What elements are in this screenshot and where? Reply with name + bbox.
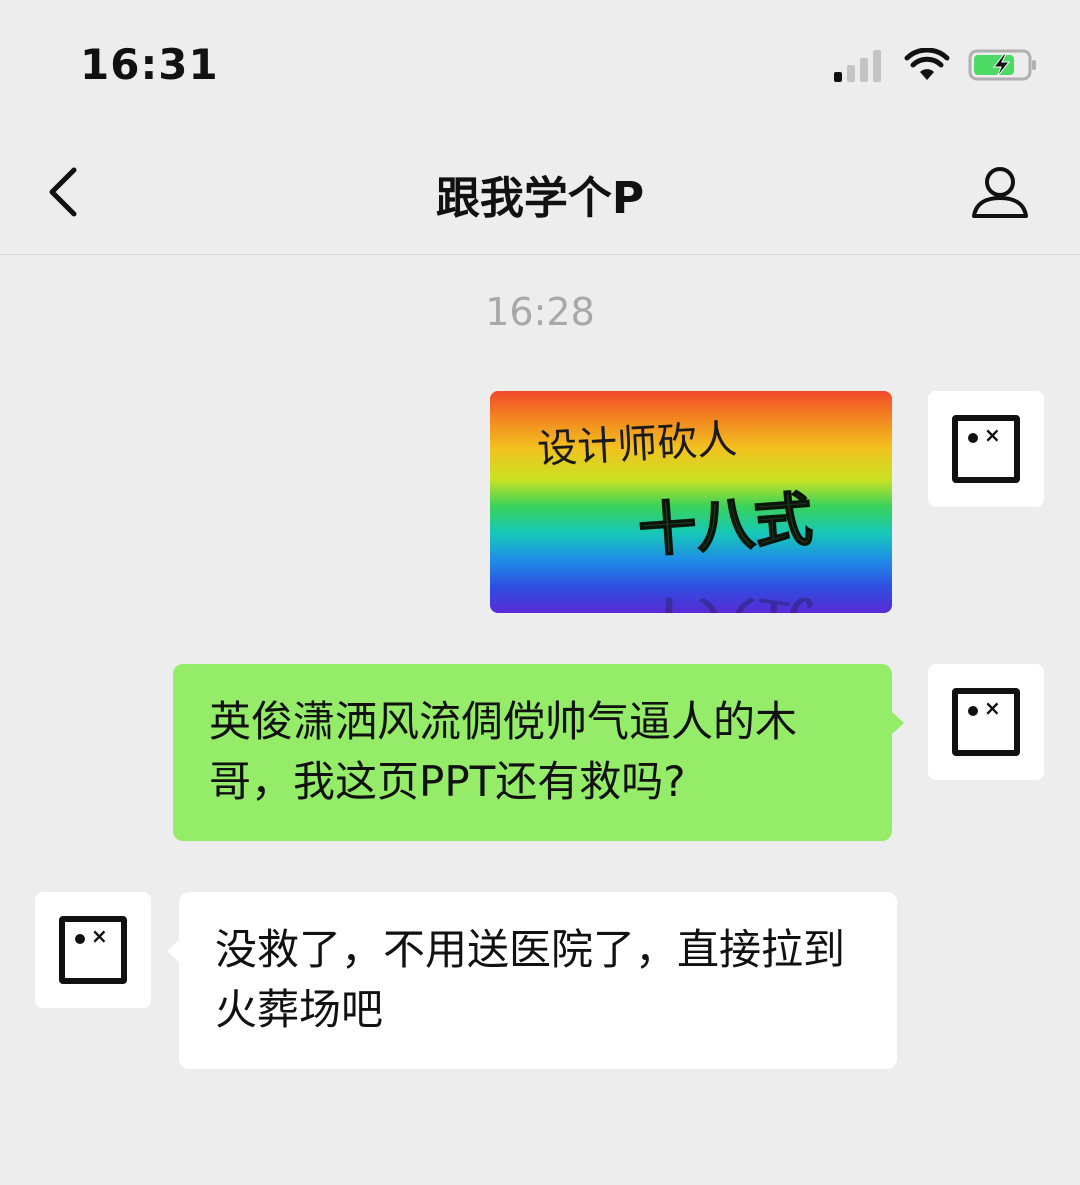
avatar-face-icon: × [952, 688, 1020, 756]
sent-text-bubble[interactable]: 英俊潇洒风流倜傥帅气逼人的木哥，我这页PPT还有救吗? [173, 664, 904, 841]
status-bar: 16:31 [0, 0, 1080, 130]
chat-header: 跟我学个P [0, 130, 1080, 255]
avatar-contact[interactable]: × [35, 892, 151, 1008]
avatar-self[interactable]: × [928, 391, 1044, 507]
sent-image-message[interactable]: 设计师砍人 十八式 十八式 [490, 391, 892, 613]
sent-message-text: 英俊潇洒风流倜傥帅气逼人的木哥，我这页PPT还有救吗? [209, 697, 798, 806]
image-text-line1: 设计师砍人 [536, 417, 738, 473]
avatar-self[interactable]: × [928, 664, 1044, 780]
chat-title: 跟我学个P [435, 173, 645, 224]
message-timestamp: 16:28 [485, 290, 595, 334]
received-message-text: 没救了，不用送医院了，直接拉到火葬场吧 [215, 925, 846, 1034]
avatar-face-icon: × [952, 415, 1020, 483]
cellular-signal-icon [834, 50, 881, 82]
status-time: 16:31 [80, 40, 219, 89]
avatar-face-icon: × [59, 916, 127, 984]
person-icon[interactable] [970, 164, 1030, 220]
wifi-icon [904, 48, 950, 80]
battery-charging-icon [968, 49, 1036, 81]
received-text-bubble[interactable]: 没救了，不用送医院了，直接拉到火葬场吧 [167, 892, 897, 1069]
image-text-reflection: 十八式 [640, 592, 814, 613]
status-icons [832, 48, 1040, 82]
image-text-line2: 十八式 [636, 485, 814, 565]
